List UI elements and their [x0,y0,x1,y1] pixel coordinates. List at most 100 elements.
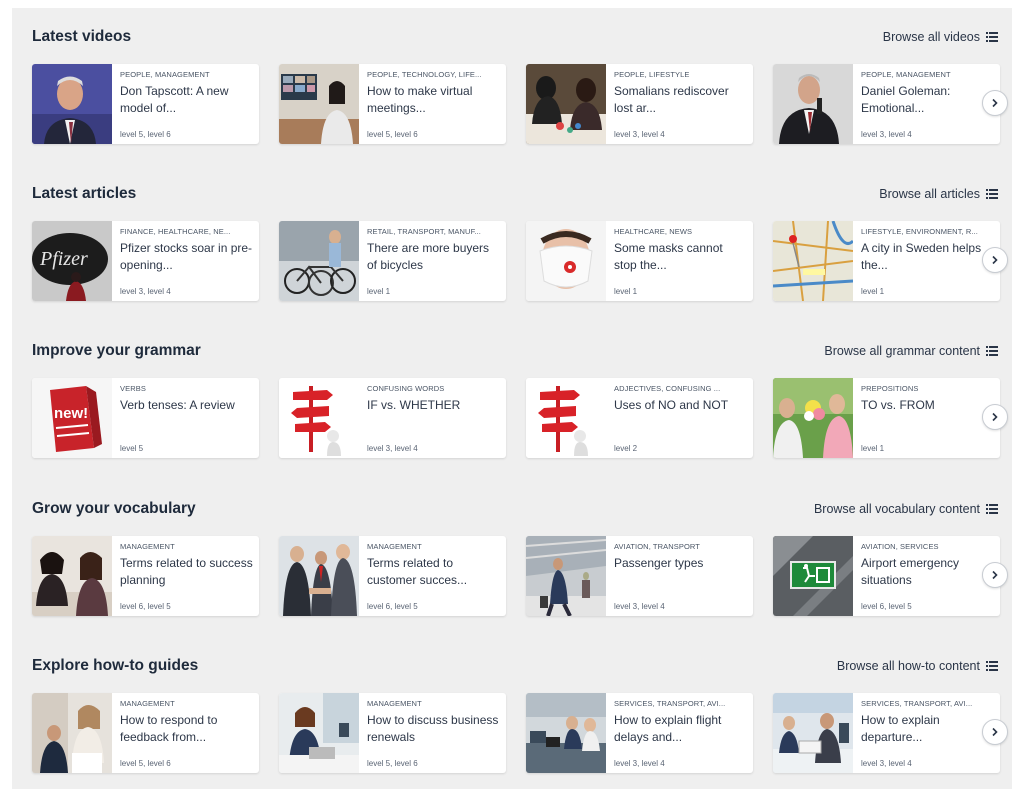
how-to-thumbnail [526,693,606,773]
how-to-card[interactable]: MANAGEMENT How to discuss business renew… [279,693,506,773]
carousel-next-button[interactable] [982,247,1008,273]
browse-all-grammar-link[interactable]: Browse all grammar content [824,344,998,358]
how-to-thumbnail [32,693,112,773]
article-card[interactable]: Pfizer FINANCE, HEALTHCARE, NE... Pfizer… [32,221,259,301]
grammar-card[interactable]: new! VERBS Verb tenses: A review level 5 [32,378,259,458]
browse-link-label: Browse all how-to content [836,659,980,673]
browse-all-how-to-link[interactable]: Browse all how-to content [837,659,998,673]
how-to-card[interactable]: SERVICES, TRANSPORT, AVI... How to expla… [773,693,1000,773]
vocabulary-card[interactable]: AVIATION, SERVICES Airport emergency sit… [773,536,1000,616]
browse-link-label: Browse all grammar content [824,344,980,358]
card-category: HEALTHCARE, NEWS [614,227,693,236]
card-title: Somalians rediscover lost ar... [614,84,729,115]
card-title: Airport emergency situations [861,556,960,587]
card-level: level 1 [614,287,638,296]
carousel-next-button[interactable] [982,562,1008,588]
how-to-card[interactable]: SERVICES, TRANSPORT, AVI... How to expla… [526,693,753,773]
video-card[interactable]: PEOPLE, MANAGEMENT Daniel Goleman: Emoti… [773,64,1000,144]
list-icon [986,189,998,199]
browse-link-label: Browse all videos [882,30,980,44]
card-category: MANAGEMENT [120,542,175,551]
video-card[interactable]: PEOPLE, MANAGEMENT Don Tapscott: A new m… [32,64,259,144]
card-level: level 2 [614,444,638,453]
carousel-next-button[interactable] [982,404,1008,430]
grammar-card[interactable]: PREPOSITIONS TO vs. FROM level 1 [773,378,1000,458]
carousel-next-button[interactable] [982,719,1008,745]
card-category: LIFESTYLE, ENVIRONMENT, R... [861,227,978,236]
card-level: level 1 [861,444,885,453]
card-category: PEOPLE, MANAGEMENT [120,70,210,79]
vocabulary-card[interactable]: AVIATION, TRANSPORT Passenger types leve… [526,536,753,616]
section-title: Latest videos [32,28,132,45]
card-category: VERBS [120,384,146,393]
card-title: Terms related to success planning [120,556,253,587]
how-to-thumbnail [773,693,853,773]
video-thumbnail [279,64,359,144]
browse-link-label: Browse all articles [879,187,980,201]
card-level: level 3, level 4 [614,130,665,139]
card-level: level 5, level 6 [120,759,171,768]
card-title: There are more buyers of bicycles [367,241,490,272]
card-level: level 5, level 6 [120,130,171,139]
card-level: level 3, level 4 [120,287,171,296]
vocabulary-thumbnail [32,536,112,616]
card-level: level 3, level 4 [614,602,665,611]
article-card[interactable]: HEALTHCARE, NEWS Some masks cannot stop … [526,221,753,301]
chevron-right-icon [992,727,998,737]
section-grow-vocabulary: Grow your vocabulary Browse all vocabula… [12,488,1012,628]
section-latest-videos: Latest videos Browse all videos PEOPLE, … [12,16,1012,156]
card-level: level 6, level 5 [861,602,912,611]
browse-link-label: Browse all vocabulary content [813,502,980,516]
how-to-card[interactable]: MANAGEMENT How to respond to feedback fr… [32,693,259,773]
card-category: RETAIL, TRANSPORT, MANUF... [367,227,481,236]
card-level: level 6, level 5 [367,602,418,611]
card-category: CONFUSING WORDS [367,384,445,393]
card-level: level 6, level 5 [120,602,171,611]
browse-all-vocabulary-link[interactable]: Browse all vocabulary content [814,502,998,516]
vocabulary-card[interactable]: MANAGEMENT Terms related to success plan… [32,536,259,616]
card-category: AVIATION, TRANSPORT [614,542,700,551]
grammar-card[interactable]: CONFUSING WORDS IF vs. WHETHER level 3, … [279,378,506,458]
grammar-card[interactable]: ADJECTIVES, CONFUSING ... Uses of NO and… [526,378,753,458]
card-level: level 1 [861,287,885,296]
video-thumbnail [526,64,606,144]
card-level: level 5, level 6 [367,759,418,768]
card-category: MANAGEMENT [120,699,175,708]
vocabulary-thumbnail [773,536,853,616]
section-title: Explore how-to guides [32,657,199,674]
card-category: FINANCE, HEALTHCARE, NE... [120,227,231,236]
card-title: How to explain departure... [861,713,940,744]
article-thumbnail [526,221,606,301]
vocabulary-card[interactable]: MANAGEMENT Terms related to customer suc… [279,536,506,616]
card-title: Terms related to customer succes... [367,556,468,587]
card-level: level 3, level 4 [614,759,665,768]
vocabulary-thumbnail [526,536,606,616]
card-title: How to discuss business renewals [367,713,499,744]
card-category: SERVICES, TRANSPORT, AVI... [614,699,726,708]
card-category: PEOPLE, TECHNOLOGY, LIFE... [367,70,482,79]
card-title: A city in Sweden helps the... [861,241,982,272]
video-card[interactable]: PEOPLE, LIFESTYLE Somalians rediscover l… [526,64,753,144]
vocabulary-thumbnail [279,536,359,616]
chevron-right-icon [992,98,998,108]
pfizer-logo-text: Pfizer [39,248,88,270]
chevron-right-icon [992,255,998,265]
grammar-thumbnail [279,378,359,458]
card-title: Uses of NO and NOT [614,398,729,412]
card-title: IF vs. WHETHER [367,398,461,412]
article-card[interactable]: RETAIL, TRANSPORT, MANUF... There are mo… [279,221,506,301]
card-level: level 3, level 4 [861,759,912,768]
browse-all-articles-link[interactable]: Browse all articles [879,187,998,201]
carousel-next-button[interactable] [982,90,1008,116]
chevron-right-icon [992,412,998,422]
article-card[interactable]: LIFESTYLE, ENVIRONMENT, R... A city in S… [773,221,1000,301]
section-improve-grammar: Improve your grammar Browse all grammar … [12,330,1012,470]
section-title: Latest articles [32,185,137,202]
section-how-to-guides: Explore how-to guides Browse all how-to … [12,645,1012,785]
video-card[interactable]: PEOPLE, TECHNOLOGY, LIFE... How to make … [279,64,506,144]
browse-all-videos-link[interactable]: Browse all videos [883,30,998,44]
card-title: How to explain flight delays and... [614,713,722,744]
card-title: Verb tenses: A review [120,398,235,412]
card-level: level 3, level 4 [367,444,418,453]
card-category: MANAGEMENT [367,542,422,551]
